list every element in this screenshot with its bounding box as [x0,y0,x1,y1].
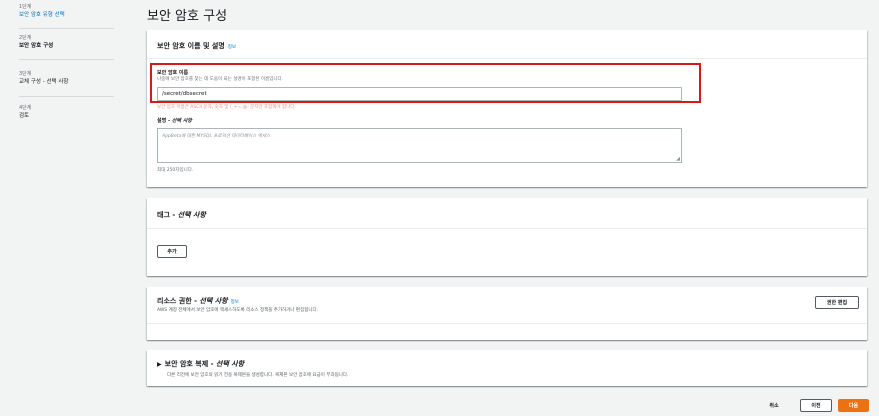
step-divider [19,96,114,97]
optional-text: 선택 사항 [171,118,192,124]
name-description-panel: 보안 암호 이름 및 설명 정보 보안 암호 이름 나중에 보안 암호를 찾는 데… [147,30,867,187]
description-label: 설명 - 선택 사항 [157,118,192,124]
replicate-secret-panel[interactable]: ▶ 보안 암호 복제 - 선택 사항 다른 리전에 보안 암호의 읽기 전용 복제… [147,350,867,386]
highlight-box [150,63,701,103]
panel-description: AWS 계정 전체에서 보안 암호에 액세스하도록 리소스 정책을 추가하거나 … [157,308,319,313]
resize-handle-icon[interactable]: ◢ [676,156,680,162]
panel-title-text: 보안 암호 이름 및 설명 [157,42,225,50]
panel-title-text: 태그 [157,211,170,219]
step-number: 2단계 [19,35,32,41]
tags-panel: 태그 - 선택 사항 추가 [147,198,867,276]
secret-name-hint: 보안 암호 이름은 ASCII 문자, 숫자 및 /_+=.@- 문자만 포함해… [157,105,296,110]
info-link[interactable]: 정보 [231,300,239,305]
wizard-steps-nav: 1단계 보안 암호 유형 선택 2단계 보안 암호 구성 3단계 교체 구성 -… [0,0,118,416]
edit-permissions-button[interactable]: 권한 편집 [815,296,859,309]
step-3: 3단계 교체 구성 - 선택 사항 [19,71,68,86]
next-button[interactable]: 다음 [838,399,869,412]
panel-description: 다른 리전에 보안 암호의 읽기 전용 복제본을 생성합니다. 복제본 보안 암… [167,373,349,378]
description-textarea[interactable]: AppBeta에 대한 MYSQL 프로덕션 데이터베이스 액세스 ◢ [157,128,682,163]
optional-text: 선택 사항 [199,297,228,305]
optional-text: 선택 사항 [215,360,245,368]
info-link[interactable]: 정보 [228,45,236,50]
step-number: 4단계 [19,105,32,111]
step-1[interactable]: 1단계 보안 암호 유형 선택 [19,4,65,19]
description-hint: 최대 250자입니다. [157,168,194,173]
panel-divider [147,228,867,229]
panel-divider [147,58,867,59]
panel-title-text: 리소스 권한 [157,297,192,305]
add-tag-button[interactable]: 추가 [157,245,187,258]
step-label: 검토 [19,113,30,119]
step-number: 3단계 [19,71,32,77]
panel-title: 태그 - 선택 사항 [157,211,206,219]
panel-title[interactable]: ▶ 보안 암호 복제 - 선택 사항 [157,359,244,369]
optional-text: 선택 사항 [177,211,206,219]
step-label[interactable]: 보안 암호 유형 선택 [19,11,65,19]
panel-title-text: 보안 암호 복제 [164,360,209,368]
step-label: 보안 암호 구성 [19,43,54,49]
step-label: 교체 구성 - 선택 사항 [19,79,69,85]
step-divider [19,28,114,29]
step-number: 1단계 [19,4,32,10]
panel-divider [147,323,867,324]
panel-title: 리소스 권한 - 선택 사항 정보 [157,297,239,305]
page-title: 보안 암호 구성 [147,9,228,24]
cancel-button[interactable]: 취소 [762,399,786,412]
step-4: 4단계 검토 [19,105,31,120]
step-divider [19,59,114,60]
previous-button[interactable]: 이전 [800,399,832,412]
expand-caret-icon[interactable]: ▶ [157,361,162,368]
description-placeholder: AppBeta에 대한 MYSQL 프로덕션 데이터베이스 액세스 [162,134,271,139]
step-2: 2단계 보안 암호 구성 [19,35,53,50]
resource-permissions-panel: 리소스 권한 - 선택 사항 정보 AWS 계정 전체에서 보안 암호에 액세스하… [147,287,867,340]
panel-title: 보안 암호 이름 및 설명 정보 [157,41,236,51]
description-label-text: 설명 [157,118,167,124]
